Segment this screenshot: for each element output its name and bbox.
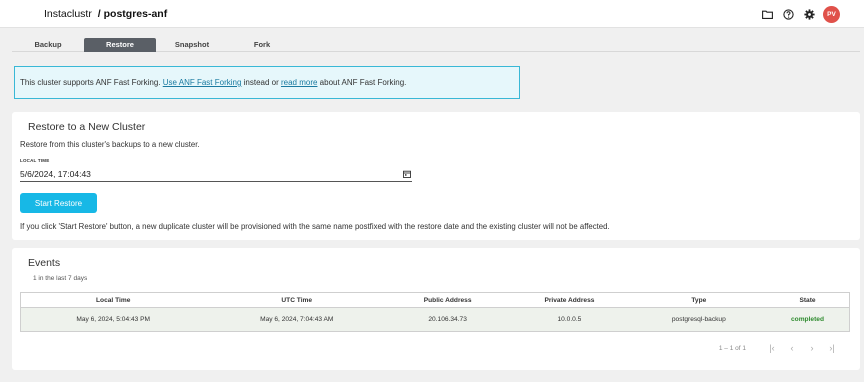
- column-header: Type: [631, 292, 766, 308]
- table-cell: 10.0.0.5: [507, 307, 632, 332]
- column-header: State: [766, 292, 850, 308]
- table-cell: May 6, 2024, 7:04:43 AM: [205, 307, 389, 332]
- events-table: Local Time UTC Time Public Address Priva…: [20, 292, 850, 332]
- column-header: Local Time: [20, 292, 206, 308]
- table-cell: 20.106.34.73: [388, 307, 508, 332]
- tab-snapshot[interactable]: Snapshot: [156, 38, 228, 52]
- top-header: Instaclustr / postgres-anf PV: [0, 0, 864, 28]
- last-page-icon[interactable]: ›|: [822, 343, 842, 353]
- avatar[interactable]: PV: [823, 6, 840, 23]
- restore-title: Restore to a New Cluster: [28, 121, 146, 133]
- tab-fork[interactable]: Fork: [226, 38, 298, 52]
- header-actions: PV: [760, 6, 840, 23]
- tab-restore[interactable]: Restore: [84, 38, 156, 52]
- tab-bar: Backup Restore Snapshot Fork: [12, 38, 860, 52]
- table-cell: postgresql-backup: [631, 307, 766, 332]
- calendar-icon[interactable]: [403, 169, 412, 178]
- tab-backup[interactable]: Backup: [12, 38, 84, 52]
- pagination-range: 1 – 1 of 1: [718, 344, 746, 352]
- banner-text-1: This cluster supports ANF Fast Forking.: [20, 78, 163, 87]
- start-restore-button[interactable]: Start Restore: [20, 193, 97, 213]
- events-title: Events: [28, 257, 61, 269]
- table-cell: May 6, 2024, 5:04:43 PM: [20, 307, 206, 332]
- column-header: UTC Time: [205, 292, 389, 308]
- local-time-label: LOCAL TIME: [20, 158, 50, 163]
- next-page-icon[interactable]: ›: [802, 343, 822, 353]
- banner-text-3: about ANF Fast Forking.: [317, 78, 407, 87]
- cluster-name: postgres-anf: [103, 8, 168, 20]
- first-page-icon[interactable]: |‹: [762, 343, 782, 353]
- restore-subtitle: Restore from this cluster's backups to a…: [20, 140, 200, 149]
- restore-card: Restore to a New Cluster Restore from th…: [12, 112, 860, 240]
- use-anf-fast-forking-link[interactable]: Use ANF Fast Forking: [163, 78, 242, 87]
- gear-icon[interactable]: [802, 8, 816, 22]
- table-header-row: Local Time UTC Time Public Address Priva…: [20, 292, 850, 308]
- events-card: Events 1 in the last 7 days Local Time U…: [12, 248, 860, 370]
- folder-icon[interactable]: [760, 8, 774, 22]
- pagination: 1 – 1 of 1 |‹ ‹ › ›|: [719, 343, 842, 353]
- previous-page-icon[interactable]: ‹: [782, 343, 802, 353]
- banner-text-2: instead or: [241, 78, 281, 87]
- local-time-input[interactable]: 5/6/2024, 17:04:43: [20, 166, 412, 182]
- column-header: Public Address: [388, 292, 508, 308]
- table-row: May 6, 2024, 5:04:43 PM May 6, 2024, 7:0…: [20, 307, 850, 332]
- breadcrumb: Instaclustr / postgres-anf: [44, 8, 167, 20]
- breadcrumb-separator: /: [97, 8, 101, 20]
- column-header: Private Address: [507, 292, 632, 308]
- anf-info-banner: This cluster supports ANF Fast Forking. …: [14, 66, 520, 99]
- restore-note: If you click 'Start Restore' button, a n…: [20, 222, 610, 231]
- brand-name[interactable]: Instaclustr: [44, 8, 92, 20]
- read-more-link[interactable]: read more: [281, 78, 317, 87]
- local-time-value: 5/6/2024, 17:04:43: [20, 168, 91, 179]
- help-icon[interactable]: [781, 8, 795, 22]
- events-count: 1 in the last 7 days: [33, 275, 88, 282]
- status-badge: completed: [766, 307, 850, 332]
